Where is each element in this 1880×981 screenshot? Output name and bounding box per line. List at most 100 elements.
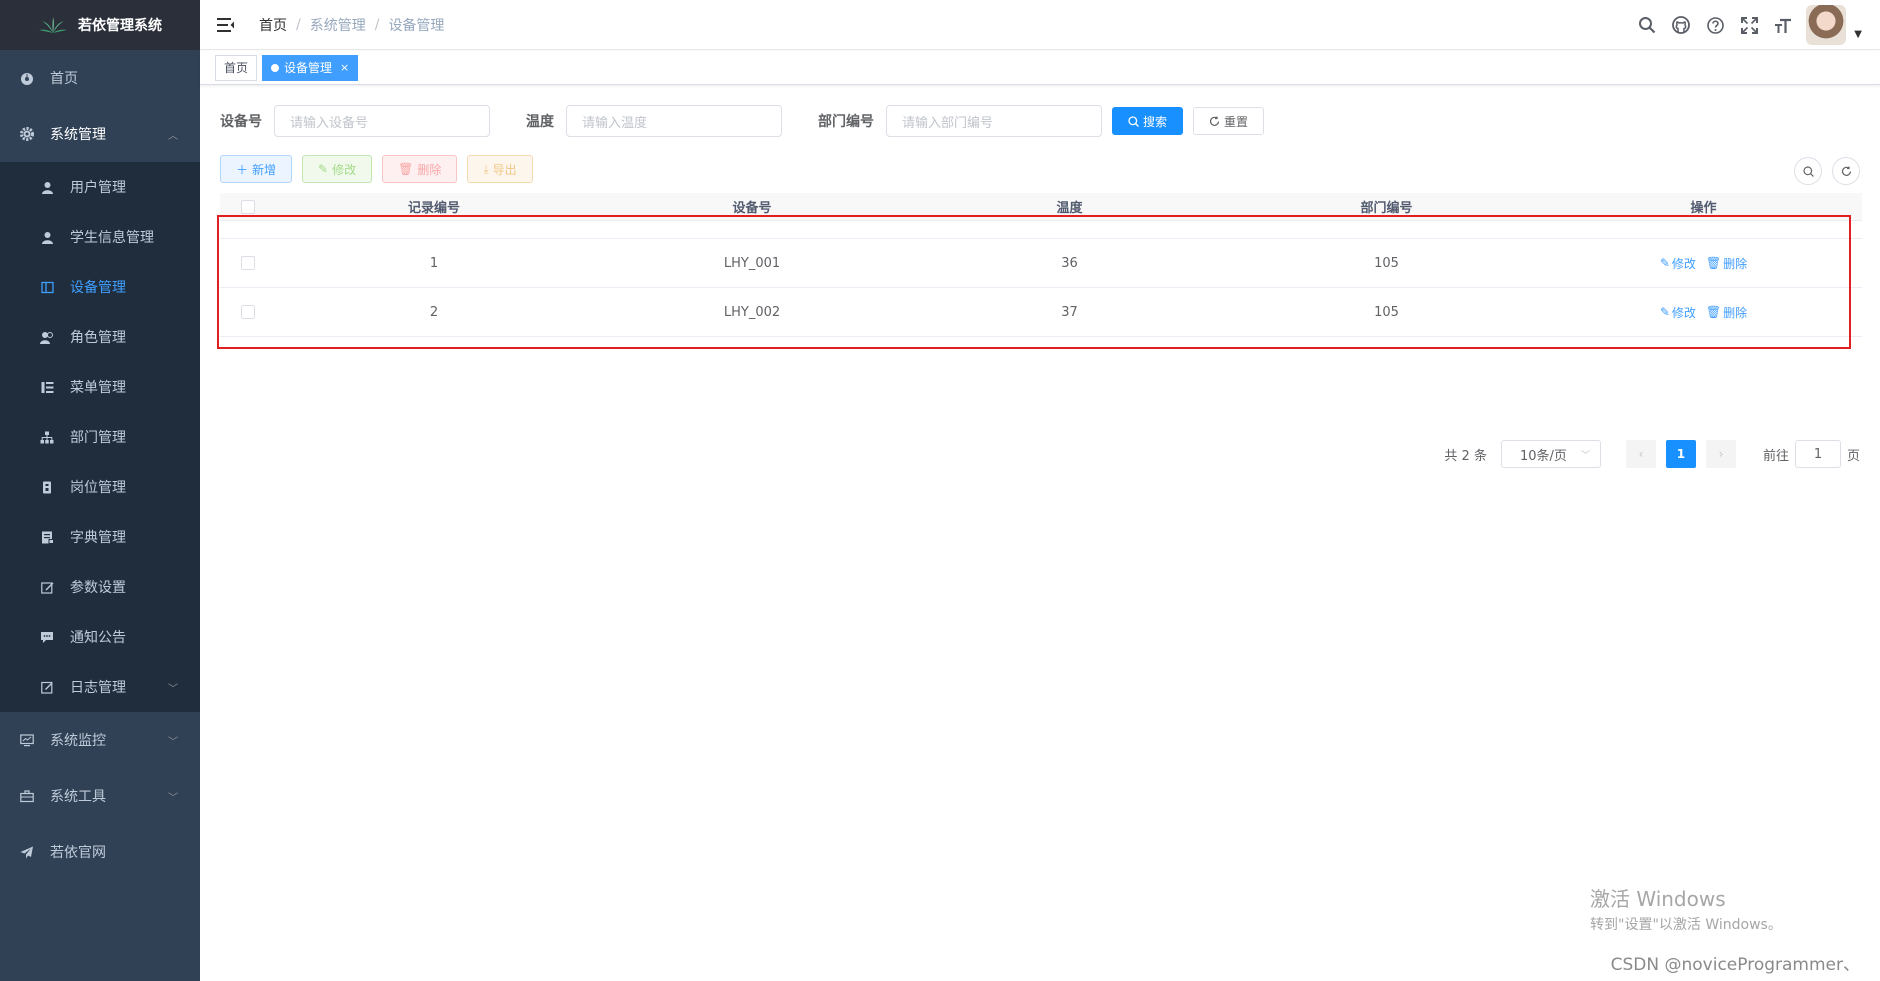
add-button[interactable]: ＋ 新增: [220, 155, 293, 183]
tag-label: 首页: [224, 60, 249, 75]
export-button-label: 导出: [492, 162, 517, 177]
windows-activation-watermark: 激活 Windows 转到"设置"以激活 Windows。: [1590, 883, 1782, 934]
github-icon[interactable]: [1664, 0, 1698, 50]
sidebar-item-devices[interactable]: 设备管理: [0, 262, 200, 312]
sidebar-item-monitor[interactable]: 系统监控 ﹀: [0, 712, 200, 768]
page-size-value: 10条/页: [1519, 448, 1567, 464]
sidebar-item-depts[interactable]: 部门管理: [0, 412, 200, 462]
avatar[interactable]: [1806, 5, 1847, 45]
device-label: 设备号: [220, 114, 262, 130]
sidebar-item-label: 学生信息管理: [70, 230, 154, 246]
message-icon: [40, 630, 54, 644]
sidebar-item-tools[interactable]: 系统工具 ﹀: [0, 768, 200, 824]
sidebar-item-label: 部门管理: [70, 430, 126, 446]
next-page-button[interactable]: ›: [1705, 440, 1736, 468]
user-icon: [40, 180, 54, 194]
sidebar-item-label: 用户管理: [70, 180, 126, 196]
font-size-icon[interactable]: [1766, 0, 1800, 50]
chevron-down-icon: ﹀: [168, 683, 178, 695]
search-button[interactable]: 搜索: [1112, 107, 1184, 135]
cell-temp: 36: [1061, 255, 1078, 271]
sidebar-item-label: 岗位管理: [70, 480, 126, 496]
dept-label: 部门编号: [818, 114, 874, 130]
row-edit-label: 修改: [1671, 305, 1696, 320]
cell-dept: 105: [1374, 255, 1399, 271]
temp-label: 温度: [526, 114, 554, 130]
sidebar-item-logs[interactable]: 日志管理 ﹀: [0, 662, 200, 712]
tree-table-icon: [40, 380, 54, 394]
fullscreen-icon[interactable]: [1732, 0, 1766, 50]
sidebar-item-label: 设备管理: [70, 280, 126, 296]
reset-button[interactable]: 重置: [1193, 107, 1265, 135]
goto-suffix: 页: [1846, 448, 1860, 464]
sidebar-item-users[interactable]: 用户管理: [0, 162, 200, 212]
edit-button[interactable]: ✎ 修改: [302, 155, 373, 183]
sidebar-item-system[interactable]: 系统管理 ︿: [0, 106, 200, 162]
tag-devices[interactable]: 设备管理 ×: [262, 54, 359, 81]
page-button[interactable]: 1: [1665, 440, 1696, 468]
hamburger-icon[interactable]: [217, 15, 237, 35]
page-jumper: 前往 1 页: [1763, 440, 1860, 468]
edit-icon: ✎: [1659, 256, 1670, 270]
column-header: 部门编号: [1360, 201, 1413, 216]
row-delete-link[interactable]: 🗑 删除: [1706, 304, 1747, 321]
sidebar-item-posts[interactable]: 岗位管理: [0, 462, 200, 512]
sidebar-item-roles[interactable]: 角色管理: [0, 312, 200, 362]
sidebar-item-label: 角色管理: [70, 330, 126, 346]
peoples-icon: [40, 330, 54, 344]
sidebar-item-params[interactable]: 参数设置: [0, 562, 200, 612]
tag-label: 设备管理: [284, 60, 333, 75]
toolbar: ＋ 新增 ✎ 修改 🗑 删除 ⤓ 导出: [220, 155, 533, 183]
prev-page-button[interactable]: ‹: [1625, 440, 1656, 468]
dashboard-icon: [20, 71, 34, 85]
sidebar-item-website[interactable]: 若依官网: [0, 824, 200, 880]
sidebar-item-dicts[interactable]: 字典管理: [0, 512, 200, 562]
log-icon: [40, 680, 54, 694]
refresh-button[interactable]: [1832, 157, 1860, 185]
table-row: 1 LHY_001 36 105 ✎ 修改 🗑 删除: [220, 239, 1862, 288]
column-header: 温度: [1056, 201, 1083, 216]
toggle-search-button[interactable]: [1794, 157, 1822, 185]
trash-icon: 🗑: [1705, 256, 1722, 270]
send-icon: [20, 845, 34, 859]
page-size-select[interactable]: 10条/页 ﹀: [1500, 440, 1601, 468]
search-icon: [1802, 165, 1814, 177]
cell-temp: 37: [1061, 304, 1078, 320]
dept-input[interactable]: 请输入部门编号: [886, 105, 1102, 137]
goto-input[interactable]: 1: [1794, 440, 1841, 468]
chevron-down-icon: ﹀: [168, 736, 178, 748]
export-button[interactable]: ⤓ 导出: [467, 155, 533, 183]
sidebar: 若依管理系统 首页 系统管理 ︿ 用户管理 学生信息管理 设备管理 角色管理 菜…: [0, 0, 200, 981]
column-header: 记录编号: [407, 201, 460, 216]
chevron-up-icon: ︿: [168, 130, 178, 142]
temp-input[interactable]: 请输入温度: [566, 105, 782, 137]
row-checkbox[interactable]: [240, 305, 255, 319]
breadcrumb: 首页 / 系统管理 / 设备管理: [259, 15, 444, 35]
device-input[interactable]: 请输入设备号: [274, 105, 490, 137]
sidebar-item-label: 字典管理: [70, 530, 126, 546]
row-edit-link[interactable]: ✎ 修改: [1660, 304, 1696, 321]
sidebar-item-home[interactable]: 首页: [0, 50, 200, 106]
plus-icon: ＋: [236, 162, 249, 177]
breadcrumb-home[interactable]: 首页: [259, 15, 287, 35]
column-header: 设备号: [732, 201, 772, 216]
question-icon[interactable]: [1698, 0, 1732, 50]
system-submenu: 用户管理 学生信息管理 设备管理 角色管理 菜单管理 部门管理 岗位管理 字典管…: [0, 162, 200, 712]
sidebar-item-students[interactable]: 学生信息管理: [0, 212, 200, 262]
search-icon[interactable]: [1630, 0, 1664, 50]
row-checkbox[interactable]: [240, 256, 255, 270]
sidebar-item-notices[interactable]: 通知公告: [0, 612, 200, 662]
logo[interactable]: 若依管理系统: [0, 0, 200, 50]
gear-icon: [20, 127, 34, 141]
tag-home[interactable]: 首页: [215, 54, 258, 81]
cell-dept: 105: [1374, 304, 1399, 320]
caret-down-icon[interactable]: ▼: [1854, 29, 1862, 40]
sidebar-item-menus[interactable]: 菜单管理: [0, 362, 200, 412]
row-edit-link[interactable]: ✎ 修改: [1660, 255, 1696, 272]
delete-button[interactable]: 🗑 删除: [382, 155, 458, 183]
cell-id: 1: [429, 255, 439, 271]
row-delete-link[interactable]: 🗑 删除: [1706, 255, 1747, 272]
select-all-checkbox[interactable]: [240, 199, 255, 214]
monitor-icon: [20, 733, 34, 747]
close-icon[interactable]: ×: [340, 56, 349, 80]
